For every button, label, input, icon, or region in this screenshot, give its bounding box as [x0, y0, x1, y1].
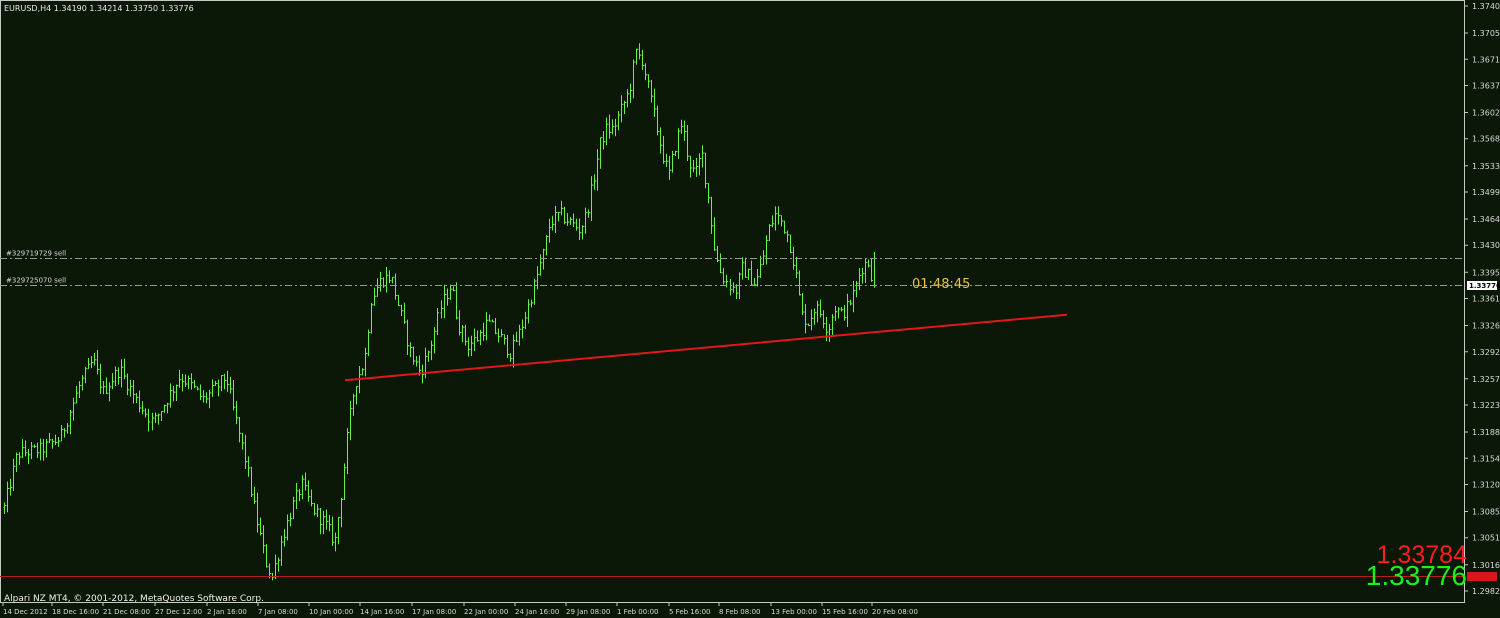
x-tick-label: 24 Jan 16:00: [515, 608, 559, 616]
price-chart[interactable]: 1.37400 1.37050 1.36710 1.36370 1.36020 1.356…: [0, 0, 1500, 618]
order-label: #329719729 sell: [6, 250, 66, 258]
x-tick-label: 15 Feb 16:00: [822, 608, 868, 616]
x-tick-label: 14 Dec 2012: [3, 608, 48, 616]
chart-header: EURUSD,H4 1.34190 1.34214 1.33750 1.3377…: [4, 4, 194, 13]
y-tick-label: 1.34640: [1472, 215, 1500, 224]
current-price-text: 1.33776: [1469, 282, 1500, 290]
x-tick-label: 21 Dec 08:00: [103, 608, 150, 616]
y-tick-label: 1.33950: [1472, 268, 1500, 277]
y-tick-label: 1.36710: [1472, 55, 1500, 64]
y-tick-label: 1.31540: [1472, 454, 1500, 463]
x-tick-label: 22 Jan 00:00: [464, 608, 508, 616]
y-tick-label: 1.36020: [1472, 109, 1500, 118]
x-tick-label: 27 Dec 12:00: [155, 608, 202, 616]
x-tick-label: 20 Feb 08:00: [872, 608, 918, 616]
y-tick-label: 1.34990: [1472, 188, 1500, 197]
y-tick-label: 1.30850: [1472, 508, 1500, 517]
y-tick-label: 1.33610: [1472, 295, 1500, 304]
x-tick-label: 10 Jan 00:00: [309, 608, 353, 616]
y-tick-label: 1.36370: [1472, 81, 1500, 90]
x-tick-label: 29 Jan 08:00: [566, 608, 610, 616]
y-tick-label: 1.30160: [1472, 561, 1500, 570]
y-tick-label: 1.34300: [1472, 241, 1500, 250]
y-tick-label: 1.33260: [1472, 322, 1500, 331]
x-tick-label: 13 Feb 00:00: [771, 608, 817, 616]
chart-background: [0, 0, 1500, 618]
lower-price-tag: [1467, 572, 1497, 581]
x-tick-label: 1 Feb 00:00: [617, 608, 658, 616]
x-tick-label: 2 Jan 16:00: [207, 608, 247, 616]
y-tick-label: 1.32570: [1472, 375, 1500, 384]
x-tick-label: 14 Jan 16:00: [360, 608, 404, 616]
x-tick-label: 7 Jan 08:00: [258, 608, 298, 616]
order-label: #329725070 sell: [6, 277, 66, 285]
x-tick-label: 5 Feb 16:00: [669, 608, 710, 616]
x-tick-label: 8 Feb 08:00: [719, 608, 760, 616]
y-tick-label: 1.35680: [1472, 135, 1500, 144]
x-tick-label: 17 Jan 08:00: [412, 608, 456, 616]
y-tick-label: 1.37050: [1472, 29, 1500, 38]
bar-timer: 01:48:45: [912, 277, 970, 292]
copyright-text: Alpari NZ MT4, © 2001-2012, MetaQuotes S…: [4, 594, 264, 604]
bid-price-large: 1.33776: [1366, 560, 1467, 591]
y-tick-label: 1.32920: [1472, 348, 1500, 357]
y-tick-label: 1.31200: [1472, 480, 1500, 489]
x-tick-label: 18 Dec 16:00: [52, 608, 99, 616]
y-tick-label: 1.35330: [1472, 162, 1500, 171]
y-tick-label: 1.30510: [1472, 534, 1500, 543]
y-tick-label: 1.37400: [1472, 2, 1500, 11]
y-tick-label: 1.32230: [1472, 401, 1500, 410]
y-tick-label: 1.29820: [1472, 587, 1500, 596]
y-tick-label: 1.31880: [1472, 428, 1500, 437]
